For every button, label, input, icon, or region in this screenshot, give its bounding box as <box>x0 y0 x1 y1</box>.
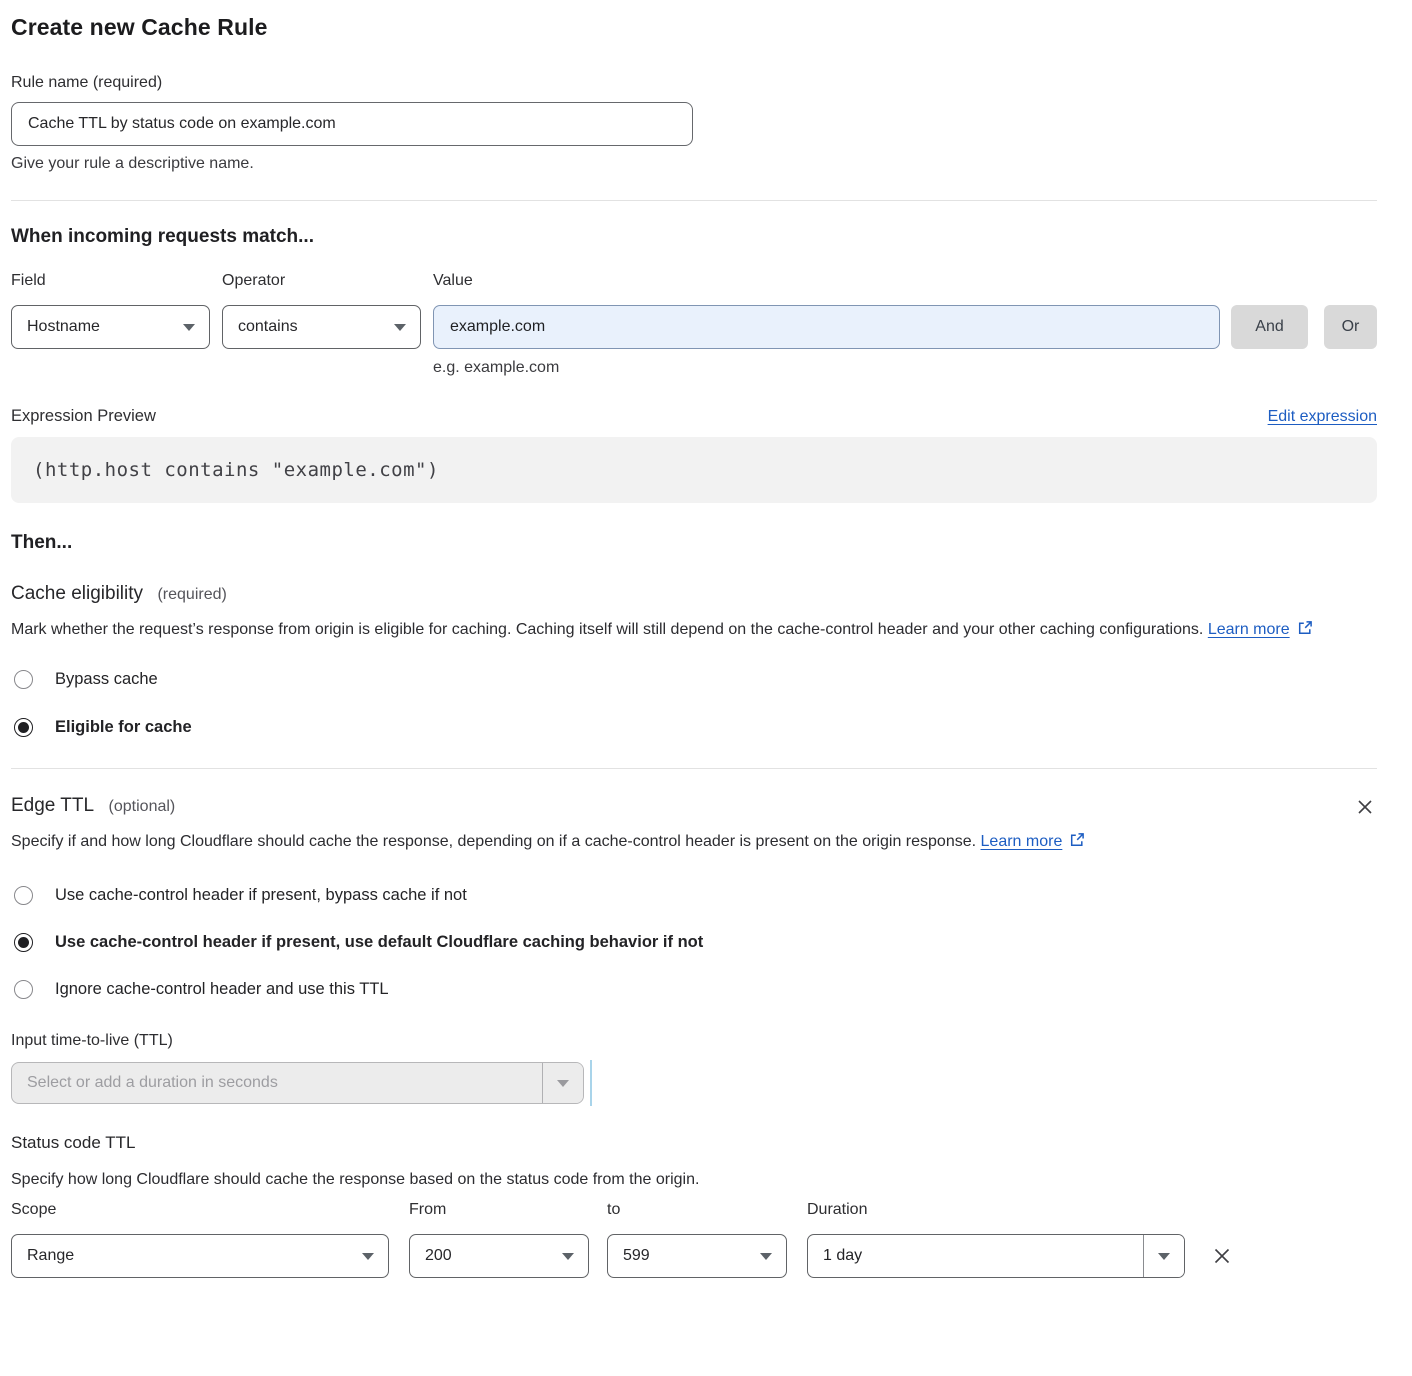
learn-more-link[interactable]: Learn more <box>1208 621 1290 638</box>
scope-label: Scope <box>11 1201 389 1224</box>
or-button[interactable]: Or <box>1324 305 1377 349</box>
ttl-duration-placeholder: Select or add a duration in seconds <box>12 1063 542 1103</box>
radio-ignore-header[interactable]: Ignore cache-control header and use this… <box>11 980 1377 999</box>
chevron-down-icon <box>362 1253 374 1260</box>
external-link-icon <box>1069 830 1085 858</box>
expression-preview-label: Expression Preview <box>11 407 156 426</box>
radio-eligible-for-cache[interactable]: Eligible for cache <box>11 718 1377 737</box>
chevron-down-icon <box>562 1253 574 1260</box>
operator-select-value: contains <box>238 318 298 336</box>
operator-select[interactable]: contains <box>222 305 421 349</box>
rule-name-helper: Give your rule a descriptive name. <box>11 155 1377 173</box>
radio-icon[interactable] <box>14 980 33 999</box>
chevron-down-icon <box>760 1253 772 1260</box>
rule-name-label: Rule name (required) <box>11 74 1377 92</box>
edit-expression-link[interactable]: Edit expression <box>1268 408 1377 426</box>
radio-icon[interactable] <box>14 718 33 737</box>
status-code-ttl-description: Specify how long Cloudflare should cache… <box>11 1166 1377 1194</box>
scope-select[interactable]: Range <box>11 1234 389 1278</box>
duration-select-value: 1 day <box>808 1235 1143 1277</box>
close-icon[interactable] <box>1353 795 1377 819</box>
cache-eligibility-description: Mark whether the request’s response from… <box>11 616 1351 646</box>
field-select[interactable]: Hostname <box>11 305 210 349</box>
cache-eligibility-title: Cache eligibility <box>11 583 143 604</box>
radio-use-header-default[interactable]: Use cache-control header if present, use… <box>11 933 1377 952</box>
edge-ttl-title: Edge TTL <box>11 795 94 816</box>
divider <box>11 768 1377 769</box>
radio-icon[interactable] <box>14 886 33 905</box>
external-link-icon <box>1297 618 1313 646</box>
value-helper: e.g. example.com <box>433 359 1220 377</box>
to-select-value: 599 <box>623 1247 650 1265</box>
field-select-value: Hostname <box>27 318 100 336</box>
from-select-value: 200 <box>425 1247 452 1265</box>
status-code-ttl-title: Status code TTL <box>11 1133 1377 1153</box>
rule-name-input[interactable] <box>11 102 693 146</box>
ttl-caret-line <box>590 1060 592 1106</box>
ttl-duration-select: Select or add a duration in seconds <box>11 1062 584 1104</box>
from-select[interactable]: 200 <box>409 1234 589 1278</box>
value-label: Value <box>433 272 1220 295</box>
field-label: Field <box>11 272 210 295</box>
ttl-input-label: Input time-to-live (TTL) <box>11 1032 1377 1050</box>
cache-eligibility-badge: (required) <box>157 586 226 603</box>
page-title: Create new Cache Rule <box>11 14 1377 41</box>
scope-select-value: Range <box>27 1247 74 1265</box>
from-label: From <box>409 1201 589 1224</box>
chevron-down-icon <box>542 1063 583 1103</box>
learn-more-link[interactable]: Learn more <box>981 833 1063 850</box>
duration-select[interactable]: 1 day <box>807 1234 1185 1278</box>
edge-ttl-badge: (optional) <box>109 798 176 815</box>
edge-ttl-description: Specify if and how long Cloudflare shoul… <box>11 828 1111 858</box>
radio-icon[interactable] <box>14 670 33 689</box>
operator-label: Operator <box>222 272 421 295</box>
match-heading: When incoming requests match... <box>11 226 1377 248</box>
duration-label: Duration <box>807 1201 1185 1224</box>
chevron-down-icon[interactable] <box>1143 1235 1184 1277</box>
then-heading: Then... <box>11 532 1377 554</box>
expression-code: (http.host contains "example.com") <box>11 437 1377 503</box>
create-cache-rule-page: Create new Cache Rule Rule name (require… <box>0 0 1412 1278</box>
chevron-down-icon <box>183 324 195 331</box>
remove-row-icon[interactable] <box>1209 1243 1235 1269</box>
and-button[interactable]: And <box>1231 305 1308 349</box>
chevron-down-icon <box>394 324 406 331</box>
match-value-input[interactable] <box>433 305 1220 349</box>
divider <box>11 200 1377 201</box>
to-label: to <box>607 1201 787 1224</box>
to-select[interactable]: 599 <box>607 1234 787 1278</box>
radio-use-header-bypass[interactable]: Use cache-control header if present, byp… <box>11 886 1377 905</box>
radio-icon[interactable] <box>14 933 33 952</box>
radio-bypass-cache[interactable]: Bypass cache <box>11 670 1377 689</box>
